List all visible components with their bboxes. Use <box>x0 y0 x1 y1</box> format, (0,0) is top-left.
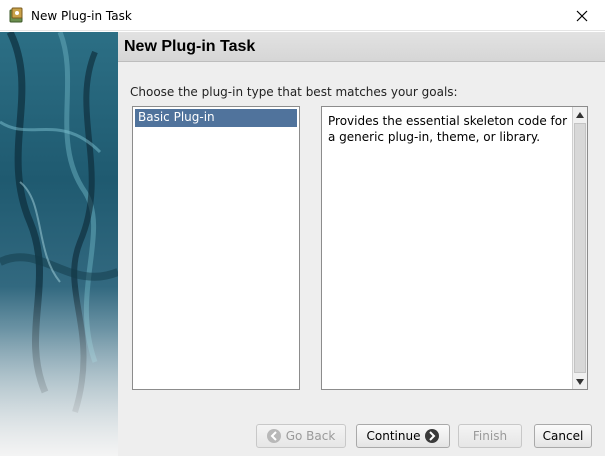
description-text: Provides the essential skeleton code for… <box>328 114 568 144</box>
plugin-type-list[interactable]: Basic Plug-in <box>132 106 300 390</box>
arrow-down-icon <box>576 378 584 385</box>
header-strip: New Plug-in Task <box>118 32 605 62</box>
wizard-content: New Plug-in Task Choose the plug-in type… <box>118 32 605 456</box>
arrow-left-icon <box>266 429 281 443</box>
app-icon <box>9 7 23 23</box>
cancel-label: Cancel <box>542 429 584 443</box>
window-title: New Plug-in Task <box>31 9 132 23</box>
window-close-button[interactable] <box>559 0 605 31</box>
scroll-down-button[interactable] <box>573 374 587 389</box>
finish-label: Finish <box>472 429 508 443</box>
arrow-up-icon <box>576 111 584 118</box>
prompt-label: Choose the plug-in type that best matche… <box>130 85 458 99</box>
wizard-side-image <box>0 32 118 456</box>
description-scrollbar[interactable] <box>572 107 587 389</box>
continue-label: Continue <box>366 429 421 443</box>
go-back-button[interactable]: Go Back <box>256 424 346 448</box>
scroll-track[interactable] <box>574 123 586 373</box>
close-icon <box>576 10 588 21</box>
go-back-label: Go Back <box>285 429 336 443</box>
cancel-button[interactable]: Cancel <box>534 424 592 448</box>
window-titlebar: New Plug-in Task <box>0 0 605 31</box>
finish-button[interactable]: Finish <box>458 424 522 448</box>
scroll-up-button[interactable] <box>573 107 587 122</box>
list-item-basic-plugin[interactable]: Basic Plug-in <box>135 109 297 127</box>
page-title: New Plug-in Task <box>124 38 256 55</box>
continue-button[interactable]: Continue <box>356 424 450 448</box>
description-box: Provides the essential skeleton code for… <box>321 106 588 390</box>
arrow-right-icon <box>425 429 440 443</box>
